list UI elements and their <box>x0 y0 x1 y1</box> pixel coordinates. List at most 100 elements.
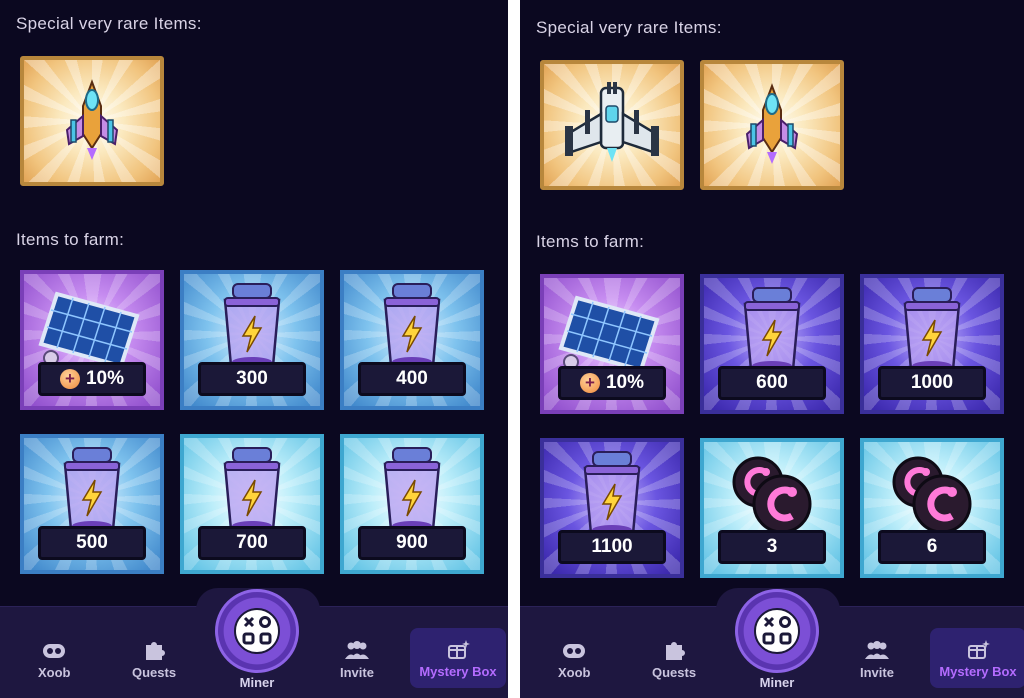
farm-item-value: 1100 <box>558 530 666 564</box>
screen-right: Special very rare Items: Items to farm: … <box>520 0 1024 698</box>
nav-xoob[interactable]: Xoob <box>38 639 71 680</box>
solar-panel-icon <box>558 295 660 373</box>
golden-spaceship-icon <box>65 79 119 160</box>
farm-item-value-text: 10% <box>85 368 125 389</box>
gamepad-icon <box>43 644 66 658</box>
nav-mystery-box-label: Mystery Box <box>419 663 497 679</box>
nav-miner[interactable]: Miner <box>735 589 819 690</box>
rare-item-card[interactable] <box>20 56 164 186</box>
farm-item-value-text: 300 <box>236 368 268 389</box>
farm-item-tile[interactable]: 6 <box>860 438 1004 578</box>
nav-invite-label: Invite <box>340 665 374 680</box>
farm-item-value-text: 3 <box>766 536 778 557</box>
farm-items-heading: Items to farm: <box>536 232 645 251</box>
farm-item-tile[interactable]: 3 <box>700 438 844 578</box>
farm-item-value: 6 <box>878 530 986 564</box>
nav-mystery-box[interactable]: Mystery Box <box>410 628 506 688</box>
farm-item-value: 700 <box>198 526 306 560</box>
nav-miner-label: Miner <box>759 675 795 690</box>
nav-miner-label: Miner <box>239 675 275 690</box>
farm-item-tile[interactable]: 600 <box>700 274 844 414</box>
xoob-logo-icon <box>754 608 800 654</box>
nav-invite[interactable]: Invite <box>340 639 374 680</box>
plus-badge-icon: + <box>579 373 600 393</box>
farm-item-tile[interactable]: + 10% <box>540 274 684 414</box>
plus-badge-icon: + <box>59 369 80 389</box>
nav-quests-label: Quests <box>652 665 697 680</box>
bottom-nav: Xoob Quests Miner Invite Mystery Box <box>0 588 508 698</box>
farm-item-value: 500 <box>38 526 146 560</box>
farm-item-tile[interactable]: 1100 <box>540 438 684 578</box>
nav-xoob[interactable]: Xoob <box>558 639 591 680</box>
farm-item-value-text: 1000 <box>910 372 954 393</box>
people-icon <box>864 641 889 659</box>
puzzle-icon <box>146 642 166 660</box>
farm-item-tile[interactable]: 400 <box>340 270 484 410</box>
rare-items-row <box>540 60 844 190</box>
nav-mystery-box-label: Mystery Box <box>939 663 1017 679</box>
energy-battery-icon <box>903 287 961 372</box>
nav-quests[interactable]: Quests <box>132 639 176 680</box>
farm-item-value: + 10% <box>38 362 146 396</box>
farm-items-grid: + 10% 600 1000 1100 3 6 <box>540 274 1004 578</box>
farm-item-value: 600 <box>718 366 826 400</box>
energy-battery-icon <box>383 283 441 368</box>
energy-battery-icon <box>223 283 281 368</box>
farm-item-value-text: 10% <box>605 372 645 393</box>
silver-spaceship-icon <box>565 82 659 162</box>
farm-item-value: + 10% <box>558 366 666 400</box>
farm-item-tile[interactable]: 700 <box>180 434 324 574</box>
miner-button[interactable] <box>215 589 299 673</box>
energy-battery-icon <box>63 447 121 532</box>
nav-invite-label: Invite <box>860 665 894 680</box>
nav-xoob-label: Xoob <box>558 665 591 680</box>
energy-battery-icon <box>583 451 641 536</box>
energy-battery-icon <box>223 447 281 532</box>
rare-items-row <box>20 56 164 186</box>
farm-item-value-text: 6 <box>926 536 938 557</box>
farm-item-value: 300 <box>198 362 306 396</box>
farm-item-value-text: 600 <box>756 372 788 393</box>
farm-item-tile[interactable]: 900 <box>340 434 484 574</box>
mystery-box-icon <box>448 639 470 659</box>
nav-quests-label: Quests <box>132 665 177 680</box>
farm-item-value: 1000 <box>878 366 986 400</box>
farm-item-tile[interactable]: 500 <box>20 434 164 574</box>
bottom-nav: Xoob Quests Miner Invite Mystery Box <box>520 588 1024 698</box>
farm-item-tile[interactable]: 1000 <box>860 274 1004 414</box>
rare-items-heading: Special very rare Items: <box>536 18 722 37</box>
coin-icon <box>732 456 812 534</box>
golden-spaceship-icon <box>745 83 799 164</box>
puzzle-icon <box>666 642 686 660</box>
energy-battery-icon <box>383 447 441 532</box>
farm-item-value-text: 500 <box>76 532 108 553</box>
farm-item-tile[interactable]: 300 <box>180 270 324 410</box>
nav-quests[interactable]: Quests <box>652 639 696 680</box>
farm-item-value-text: 1100 <box>591 536 633 557</box>
solar-panel-icon <box>38 291 140 369</box>
farm-item-tile[interactable]: + 10% <box>20 270 164 410</box>
coin-icon <box>892 456 972 534</box>
mystery-box-icon <box>968 639 990 659</box>
farm-item-value-text: 900 <box>396 532 428 553</box>
rare-item-card[interactable] <box>540 60 684 190</box>
nav-invite[interactable]: Invite <box>860 639 894 680</box>
gamepad-icon <box>563 644 586 658</box>
screen-left: Special very rare Items: Items to farm: <box>0 0 508 698</box>
xoob-logo-icon <box>234 608 280 654</box>
farm-items-grid: + 10% 300 400 500 700 900 <box>20 270 484 574</box>
farm-item-value: 900 <box>358 526 466 560</box>
rare-items-heading: Special very rare Items: <box>16 14 202 33</box>
farm-items-heading: Items to farm: <box>16 230 125 249</box>
energy-battery-icon <box>743 287 801 372</box>
nav-miner[interactable]: Miner <box>215 589 299 690</box>
farm-item-value-text: 700 <box>236 532 268 553</box>
nav-xoob-label: Xoob <box>38 665 71 680</box>
farm-item-value-text: 400 <box>396 368 428 389</box>
miner-button[interactable] <box>735 589 819 673</box>
people-icon <box>344 641 369 659</box>
rare-item-card[interactable] <box>700 60 844 190</box>
nav-mystery-box[interactable]: Mystery Box <box>930 628 1024 688</box>
farm-item-value: 3 <box>718 530 826 564</box>
farm-item-value: 400 <box>358 362 466 396</box>
